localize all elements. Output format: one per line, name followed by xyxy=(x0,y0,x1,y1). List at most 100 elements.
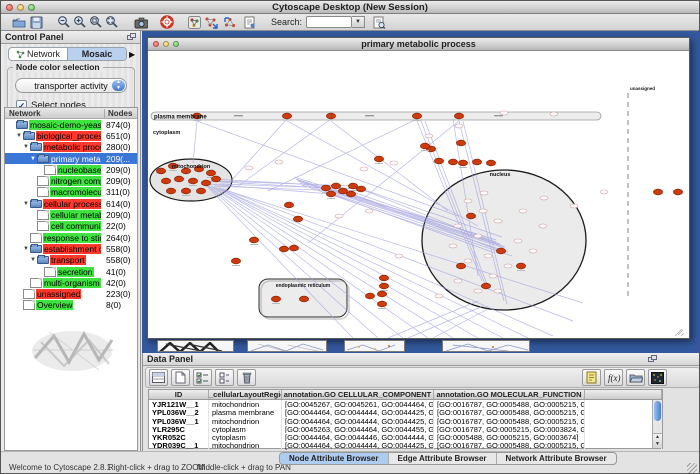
tree-row[interactable]: ▼establishment of lo558(0) xyxy=(5,243,137,254)
minimized-window-thumbnail[interactable] xyxy=(247,340,327,352)
tree-label: establishment of lo xyxy=(43,244,101,254)
formula-builder-icon[interactable]: f(x) xyxy=(604,369,623,386)
search-dropdown-arrow[interactable]: ▼ xyxy=(352,16,365,28)
tree-row[interactable]: nucleobase-209(0) xyxy=(5,164,137,175)
network-view-window[interactable]: primary metabolic process plasma xyxy=(147,37,690,339)
data-panel: Data Panel f(x) ID_cellularLayoutRegiona… xyxy=(142,353,700,451)
zoom-in-icon[interactable] xyxy=(73,15,87,29)
network-graph[interactable]: plasma membrane cytoplasm mitochondrion … xyxy=(148,51,689,338)
select-attributes-icon[interactable] xyxy=(193,369,212,386)
float-panel-icon[interactable] xyxy=(127,33,136,41)
status-welcome: Welcome to Cytoscape 2.8.1 xyxy=(9,463,111,472)
tree-row[interactable]: unassigned223(0) xyxy=(5,288,137,299)
snapshot-camera-icon[interactable] xyxy=(134,15,148,29)
app-titlebar[interactable]: Cytoscape Desktop (New Session) xyxy=(1,1,699,14)
new-attribute-icon[interactable] xyxy=(171,369,190,386)
scrollbar-thumb[interactable] xyxy=(654,401,661,421)
zoom-fit-content-icon[interactable] xyxy=(105,15,119,29)
attribute-matrix-icon[interactable] xyxy=(648,369,667,386)
save-session-icon[interactable] xyxy=(29,15,43,29)
tab-node-attribute-browser[interactable]: Node Attribute Browser xyxy=(280,453,388,464)
table-scrollbar[interactable]: ▲▼ xyxy=(652,400,662,448)
table-row[interactable]: YLR295Ccytoplasm[GO:0045263, GO:0044464,… xyxy=(149,425,662,433)
vizmapper-icon[interactable] xyxy=(187,15,201,29)
open-session-icon[interactable] xyxy=(12,15,26,29)
table-cell: mitochondrion xyxy=(209,417,282,425)
tab-edge-attribute-browser[interactable]: Edge Attribute Browser xyxy=(388,453,496,464)
column-header[interactable]: ID xyxy=(149,390,209,399)
annotation-doc-icon[interactable] xyxy=(243,15,257,29)
tree-row[interactable]: mosaic-demo-yeast874(0) xyxy=(5,119,137,130)
data-panel-toolbar: f(x) xyxy=(145,367,700,388)
table-cell: [GO:0044464, GO:0044444, GO:0044425, G..… xyxy=(282,441,434,449)
zoom-out-icon[interactable] xyxy=(57,15,71,29)
search-options-icon[interactable] xyxy=(372,15,386,29)
tab-network-attribute-browser[interactable]: Network Attribute Browser xyxy=(496,453,616,464)
canvas-resize-grip[interactable] xyxy=(675,329,684,336)
attribute-table-header[interactable]: ID_cellularLayoutRegionannotation.GO CEL… xyxy=(149,390,662,400)
unselect-attributes-icon[interactable] xyxy=(215,369,234,386)
search-input[interactable] xyxy=(306,16,352,28)
notes-icon[interactable] xyxy=(582,369,601,386)
minimized-window-thumbnail[interactable] xyxy=(442,340,530,352)
table-row[interactable]: YPL036W__1mitochondrion[GO:0044464, GO:0… xyxy=(149,417,662,425)
window-resize-grip[interactable] xyxy=(687,463,697,473)
node-color-dropdown[interactable]: transporter activity ▲▼ xyxy=(15,78,127,93)
minimized-window-thumbnail[interactable] xyxy=(157,340,234,352)
tree-row[interactable]: Overview8(0) xyxy=(5,300,137,311)
table-cell: YLR295C xyxy=(149,425,209,433)
tree-row[interactable]: ▼primary metabo209(... xyxy=(5,153,137,164)
table-row[interactable]: YDR039C__1mitochondrion[GO:0044464, GO:0… xyxy=(149,441,662,449)
tab-mosaic[interactable]: Mosaic xyxy=(67,48,126,60)
tree-row[interactable]: cell communicat22(0) xyxy=(5,221,137,232)
column-header[interactable]: annotation.GO CELLULAR_COMPONENT xyxy=(282,390,434,399)
tree-row[interactable]: secretion41(0) xyxy=(5,266,137,277)
tree-row[interactable]: nitrogen compo209(0) xyxy=(5,175,137,186)
tree-header[interactable]: Network Nodes xyxy=(5,108,137,119)
table-row[interactable]: YJR121W__1mitochondrion[GO:0045267, GO:0… xyxy=(149,400,662,408)
attribute-grid-icon[interactable] xyxy=(149,369,168,386)
attribute-table[interactable]: ID_cellularLayoutRegionannotation.GO CEL… xyxy=(148,389,663,449)
float-data-panel-icon[interactable] xyxy=(648,355,657,363)
tree-row[interactable]: ▼cellular process614(0) xyxy=(5,198,137,209)
disclosure-arrow-icon[interactable]: ▼ xyxy=(15,133,23,139)
zoom-selected-region-icon[interactable] xyxy=(89,15,103,29)
disclosure-arrow-icon[interactable]: ▼ xyxy=(29,257,37,263)
tree-row[interactable]: multi-organism pro42(0) xyxy=(5,277,137,288)
data-panel-header: Data Panel xyxy=(143,353,700,366)
disclosure-arrow-icon[interactable]: ▼ xyxy=(22,201,30,207)
network-canvas[interactable]: plasma membrane cytoplasm mitochondrion … xyxy=(148,51,689,338)
help-lifering-icon[interactable] xyxy=(160,15,174,29)
view-titlebar[interactable]: primary metabolic process xyxy=(148,38,689,51)
table-cell: mitochondrion xyxy=(209,400,282,408)
tree-row[interactable]: ▼ biological_process 651(0) xyxy=(5,130,137,141)
disclosure-arrow-icon[interactable]: ▼ xyxy=(29,156,37,162)
folder-icon xyxy=(30,245,42,253)
file-icon xyxy=(30,278,42,288)
tab-network[interactable]: Network xyxy=(9,48,67,60)
folder-icon xyxy=(37,155,49,163)
tree-row[interactable]: ▼transport558(0) xyxy=(5,255,137,266)
import-attributes-icon[interactable] xyxy=(626,369,645,386)
tree-row[interactable]: cellular metabo209(0) xyxy=(5,209,137,220)
column-header[interactable]: _cellularLayoutRegion xyxy=(209,390,282,399)
node-count: 651(0) xyxy=(106,131,131,141)
tree-row[interactable]: ▼metabolic process280(0) xyxy=(5,142,137,153)
tree-row[interactable]: macromolecule311(0) xyxy=(5,187,137,198)
disclosure-arrow-icon[interactable]: ▼ xyxy=(22,246,30,252)
layout-network-2-icon[interactable] xyxy=(223,15,237,29)
tree-row[interactable]: response to stimulu264(0) xyxy=(5,232,137,243)
tab-overflow-arrow[interactable]: ▶ xyxy=(129,50,135,59)
node-count: 280(0) xyxy=(106,142,131,152)
layout-network-1-icon[interactable] xyxy=(204,15,218,29)
tree-label: biological_process xyxy=(36,131,101,141)
scrollbar-buttons[interactable]: ▲▼ xyxy=(653,433,662,448)
column-header[interactable]: annotation.GO MOLECULAR_FUNCTION xyxy=(434,390,585,399)
delete-attribute-icon[interactable] xyxy=(237,369,256,386)
node-count: 223(0) xyxy=(106,289,131,299)
minimized-window-thumbnail[interactable] xyxy=(344,340,405,352)
table-row[interactable]: YKR052Ccytoplasm[GO:0044464, GO:0044446,… xyxy=(149,433,662,441)
node-count: 41(0) xyxy=(106,267,126,277)
disclosure-arrow-icon[interactable]: ▼ xyxy=(22,144,30,150)
table-row[interactable]: YPL036W__2plasma membrane[GO:0044464, GO… xyxy=(149,408,662,416)
